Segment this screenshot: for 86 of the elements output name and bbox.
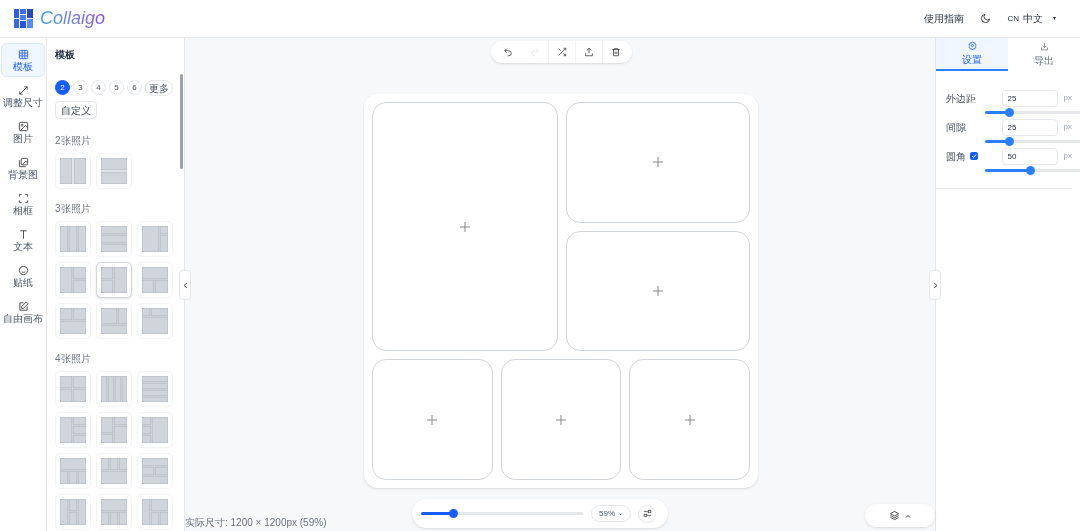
group-heading: 2张照片 bbox=[55, 133, 92, 148]
layout-icon bbox=[60, 225, 86, 252]
unit-label: px bbox=[1063, 92, 1072, 104]
setting-label: 间隙 bbox=[946, 120, 966, 135]
collapse-right-button[interactable] bbox=[929, 270, 941, 300]
rail-item[interactable]: 图片 bbox=[1, 115, 45, 149]
scrollbar[interactable] bbox=[180, 74, 183, 169]
layout-icon bbox=[101, 225, 127, 252]
layout-icon bbox=[142, 457, 168, 484]
layout-icon bbox=[60, 157, 86, 184]
number-field[interactable]: 50 bbox=[1001, 147, 1058, 165]
unit-label: px bbox=[1063, 150, 1072, 162]
rail-item[interactable]: 调整尺寸 bbox=[1, 79, 45, 113]
layout-icon bbox=[101, 266, 127, 293]
plus-icon bbox=[653, 285, 663, 296]
resize-icon bbox=[17, 84, 29, 96]
photo-slot[interactable] bbox=[372, 359, 493, 480]
layout-icon bbox=[142, 225, 168, 252]
swap-icon bbox=[642, 509, 652, 518]
plus-icon bbox=[556, 414, 566, 425]
layout-icon bbox=[101, 498, 127, 525]
chevron-left-icon bbox=[182, 281, 188, 289]
panel-title: 模板 bbox=[55, 48, 76, 62]
photo-slot[interactable] bbox=[566, 102, 750, 223]
smiley-icon bbox=[17, 264, 29, 276]
photo-slot[interactable] bbox=[629, 359, 750, 480]
plus-icon bbox=[460, 221, 470, 232]
layout-icon bbox=[60, 416, 86, 443]
layout-icon bbox=[142, 307, 168, 334]
layout-icon bbox=[142, 266, 168, 293]
frame-icon bbox=[17, 192, 29, 204]
layout-icon bbox=[142, 416, 168, 443]
setting-label: 圆角 bbox=[946, 149, 966, 164]
layers-button[interactable] bbox=[865, 504, 935, 527]
template-thumbnail[interactable] bbox=[96, 261, 132, 298]
layout-icon bbox=[60, 498, 86, 525]
guide-link[interactable]: 使用指南 bbox=[924, 11, 965, 26]
text-icon bbox=[17, 228, 29, 240]
group-heading: 3张照片 bbox=[55, 201, 92, 216]
panel-tab[interactable]: 导出 bbox=[1008, 38, 1080, 71]
count-chip[interactable]: 2 bbox=[55, 80, 70, 95]
logo-icon bbox=[14, 9, 33, 28]
layout-icon bbox=[101, 375, 127, 402]
layout-icon bbox=[60, 266, 86, 293]
rail-item[interactable]: 贴纸 bbox=[1, 259, 45, 293]
layout-icon bbox=[142, 498, 168, 525]
group-heading: 4张照片 bbox=[55, 351, 92, 366]
layout-icon bbox=[60, 375, 86, 402]
number-field[interactable]: 25 bbox=[1001, 118, 1058, 136]
layout-icon bbox=[60, 457, 86, 484]
panel-tab[interactable]: 设置 bbox=[936, 38, 1008, 71]
layout-icon bbox=[101, 307, 127, 334]
layout-icon bbox=[101, 157, 127, 184]
layers-icon bbox=[889, 510, 900, 521]
chevron-up-icon bbox=[905, 513, 911, 518]
plus-icon bbox=[684, 414, 695, 425]
layout-icon bbox=[142, 375, 168, 402]
rail-item[interactable]: 自由画布 bbox=[1, 295, 45, 329]
photo-slot[interactable] bbox=[566, 230, 750, 351]
chevron-right-icon bbox=[932, 281, 938, 289]
image-icon bbox=[17, 120, 29, 132]
custom-button[interactable]: 自定义 bbox=[55, 101, 97, 119]
layout-icon bbox=[60, 307, 86, 334]
download-icon bbox=[1039, 41, 1049, 51]
grid-icon bbox=[17, 48, 29, 60]
checkbox[interactable] bbox=[970, 152, 978, 160]
edit-icon bbox=[17, 300, 29, 312]
rail-item[interactable]: 背景图 bbox=[1, 151, 45, 185]
photo-slot[interactable] bbox=[372, 102, 558, 351]
rail-item[interactable]: 文本 bbox=[1, 223, 45, 257]
number-field[interactable]: 25 bbox=[1001, 89, 1058, 107]
rail-item[interactable]: 相框 bbox=[1, 187, 45, 221]
actual-size-text: 实际尺寸: 1200 × 1200px (59%) bbox=[185, 516, 327, 530]
unit-label: px bbox=[1063, 121, 1072, 133]
plus-icon bbox=[653, 157, 663, 168]
slider[interactable] bbox=[985, 169, 1080, 172]
layout-icon bbox=[101, 457, 127, 484]
layout-icon bbox=[101, 416, 127, 443]
plus-icon bbox=[427, 414, 438, 425]
rail-item[interactable]: 模板 bbox=[1, 43, 45, 77]
moon-icon[interactable] bbox=[980, 13, 992, 24]
gear-icon bbox=[967, 40, 977, 50]
setting-label: 外边距 bbox=[946, 91, 976, 106]
photo-slot[interactable] bbox=[500, 359, 622, 480]
images-icon bbox=[17, 156, 29, 168]
collapse-left-button[interactable] bbox=[179, 270, 191, 300]
